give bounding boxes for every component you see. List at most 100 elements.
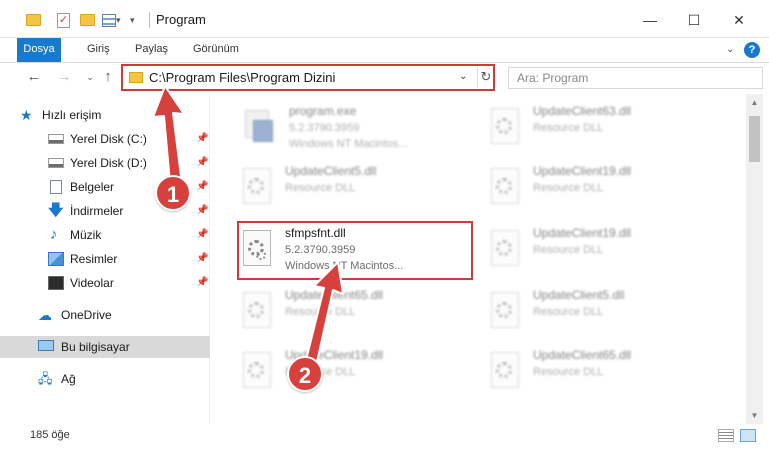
highlight-box (237, 221, 473, 280)
file-item[interactable]: UpdateClient19.dll Resource DLL (485, 160, 725, 218)
file-description: Resource DLL (533, 122, 604, 134)
file-item[interactable]: UpdateClient63.dll Resource DLL (485, 100, 725, 158)
download-icon: 🡇 (48, 202, 64, 219)
status-bar: 185 öğe (0, 424, 769, 446)
maximize-button[interactable]: ☐ (684, 10, 704, 30)
tab-home[interactable]: Giriş (79, 38, 118, 62)
sidebar-item-label: Resimler (70, 252, 118, 266)
file-item[interactable]: UpdateClient5.dll Resource DLL (485, 284, 725, 342)
file-item[interactable]: program.exe 5.2.3790.3959 Windows NT Mac… (241, 100, 481, 158)
pin-icon[interactable]: 📌 (196, 272, 208, 294)
window-bottom-edge (0, 446, 769, 464)
refresh-icon[interactable]: ↻ (477, 67, 494, 88)
sidebar-item-videos[interactable]: Videolar 📌 (0, 272, 210, 294)
tab-view[interactable]: Görünüm (185, 38, 247, 62)
search-input[interactable]: Ara: Program (517, 71, 588, 85)
customize-toolbar-icon[interactable]: ▾ (130, 10, 135, 30)
scroll-down-icon[interactable]: ▼ (746, 407, 763, 424)
file-description: Resource DLL (285, 306, 356, 318)
sidebar-item-label: İndirmeler (70, 204, 124, 218)
dll-file-icon (485, 108, 523, 148)
file-name: UpdateClient65.dll (533, 348, 632, 362)
sidebar-item-label: Bu bilgisayar (61, 340, 130, 354)
chevron-down-icon[interactable]: ⌄ (459, 71, 467, 82)
sidebar-item-label: Videolar (70, 276, 114, 290)
file-name: UpdateClient65.dll (285, 288, 384, 302)
file-name: UpdateClient19.dll (533, 226, 632, 240)
properties-check-icon[interactable]: ✓ (57, 10, 70, 30)
exe-file-icon (241, 108, 279, 148)
navigation-pane: ★ Hızlı erişim Yerel Disk (C:) 📌 Yerel D… (0, 94, 210, 424)
file-description: Resource DLL (533, 244, 604, 256)
sidebar-item-local-disk-c[interactable]: Yerel Disk (C:) 📌 (0, 128, 210, 150)
pin-icon[interactable]: 📌 (196, 128, 208, 150)
file-item[interactable]: UpdateClient19.dll Resource DLL (485, 222, 725, 280)
file-description: Resource DLL (533, 306, 604, 318)
dll-file-icon (485, 352, 523, 392)
step-1-badge: 1 (155, 175, 191, 211)
sidebar-item-network[interactable]: 🖧 Ağ (0, 368, 210, 390)
forward-arrow-icon[interactable]: → (54, 67, 74, 87)
dll-file-icon (485, 292, 523, 332)
minimize-button[interactable]: — (640, 10, 660, 30)
dll-file-icon (485, 168, 523, 208)
window-title: Program (156, 12, 206, 27)
details-view-icon[interactable] (718, 429, 734, 442)
pin-icon[interactable]: 📌 (196, 200, 208, 222)
pin-icon[interactable]: 📌 (196, 176, 208, 198)
tab-share[interactable]: Paylaş (127, 38, 176, 62)
file-item[interactable]: UpdateClient65.dll Resource DLL (237, 284, 477, 342)
file-item[interactable]: UpdateClient5.dll Resource DLL (237, 160, 477, 218)
sidebar-item-label: Belgeler (70, 180, 115, 194)
properties-icon[interactable]: ▾ (102, 10, 121, 30)
videos-icon (48, 276, 64, 290)
file-description: Windows NT Macintos... (289, 138, 408, 150)
computer-icon (38, 340, 54, 351)
pin-icon[interactable]: 📌 (196, 248, 208, 270)
file-description: Resource DLL (533, 366, 604, 378)
scroll-thumb[interactable] (749, 116, 760, 162)
star-icon: ★ (20, 107, 33, 123)
sidebar-item-local-disk-d[interactable]: Yerel Disk (D:) 📌 (0, 152, 210, 174)
title-bar: ✓ ▾ ▾ Program — ☐ ✕ (0, 0, 769, 38)
file-name: UpdateClient5.dll (285, 164, 377, 178)
dll-file-icon (237, 352, 275, 392)
address-bar[interactable]: C:\Program Files\Program Dizini ⌄ ↻ (121, 64, 495, 91)
step-2-badge: 2 (287, 356, 323, 392)
dll-file-icon (237, 168, 275, 208)
scroll-up-icon[interactable]: ▲ (746, 94, 763, 111)
new-folder-icon[interactable] (80, 10, 95, 30)
back-arrow-icon[interactable]: ← (24, 67, 44, 87)
tab-file[interactable]: Dosya (17, 38, 61, 62)
help-icon[interactable]: ? (744, 42, 760, 58)
sidebar-item-quick-access[interactable]: ★ Hızlı erişim (0, 104, 210, 126)
expand-ribbon-icon[interactable]: ⌄ (726, 44, 734, 55)
pin-icon[interactable]: 📌 (196, 152, 208, 174)
sidebar-item-this-pc[interactable]: Bu bilgisayar (0, 336, 210, 358)
sidebar-item-label: Hızlı erişim (42, 108, 102, 122)
pin-icon[interactable]: 📌 (196, 224, 208, 246)
search-box[interactable]: Ara: Program (508, 67, 763, 89)
sidebar-item-music[interactable]: ♪ Müzik 📌 (0, 224, 210, 246)
close-button[interactable]: ✕ (729, 10, 749, 30)
dll-file-icon (485, 230, 523, 270)
address-path[interactable]: C:\Program Files\Program Dizini (149, 70, 335, 85)
sidebar-item-label: Yerel Disk (C:) (70, 132, 147, 146)
ribbon: Dosya Giriş Paylaş Görünüm ⌄ ? (0, 38, 769, 63)
file-name: UpdateClient63.dll (533, 104, 632, 118)
cloud-icon: ☁ (38, 307, 52, 323)
sidebar-item-pictures[interactable]: Resimler 📌 (0, 248, 210, 270)
pictures-icon (48, 252, 64, 266)
sidebar-item-label: Ağ (61, 372, 76, 386)
sidebar-item-onedrive[interactable]: ☁ OneDrive (0, 304, 210, 326)
folder-icon (26, 10, 41, 30)
network-icon: 🖧 (38, 371, 53, 386)
disk-icon (48, 134, 64, 144)
recent-locations-icon[interactable]: ⌄ (80, 67, 100, 87)
file-description: Resource DLL (285, 182, 356, 194)
tiles-view-icon[interactable] (740, 429, 756, 442)
file-item[interactable]: UpdateClient19.dll Resource DLL (237, 344, 477, 402)
vertical-scrollbar[interactable]: ▲ ▼ (746, 94, 763, 424)
up-arrow-icon[interactable]: ↑ (98, 67, 118, 87)
file-item[interactable]: UpdateClient65.dll Resource DLL (485, 344, 725, 402)
